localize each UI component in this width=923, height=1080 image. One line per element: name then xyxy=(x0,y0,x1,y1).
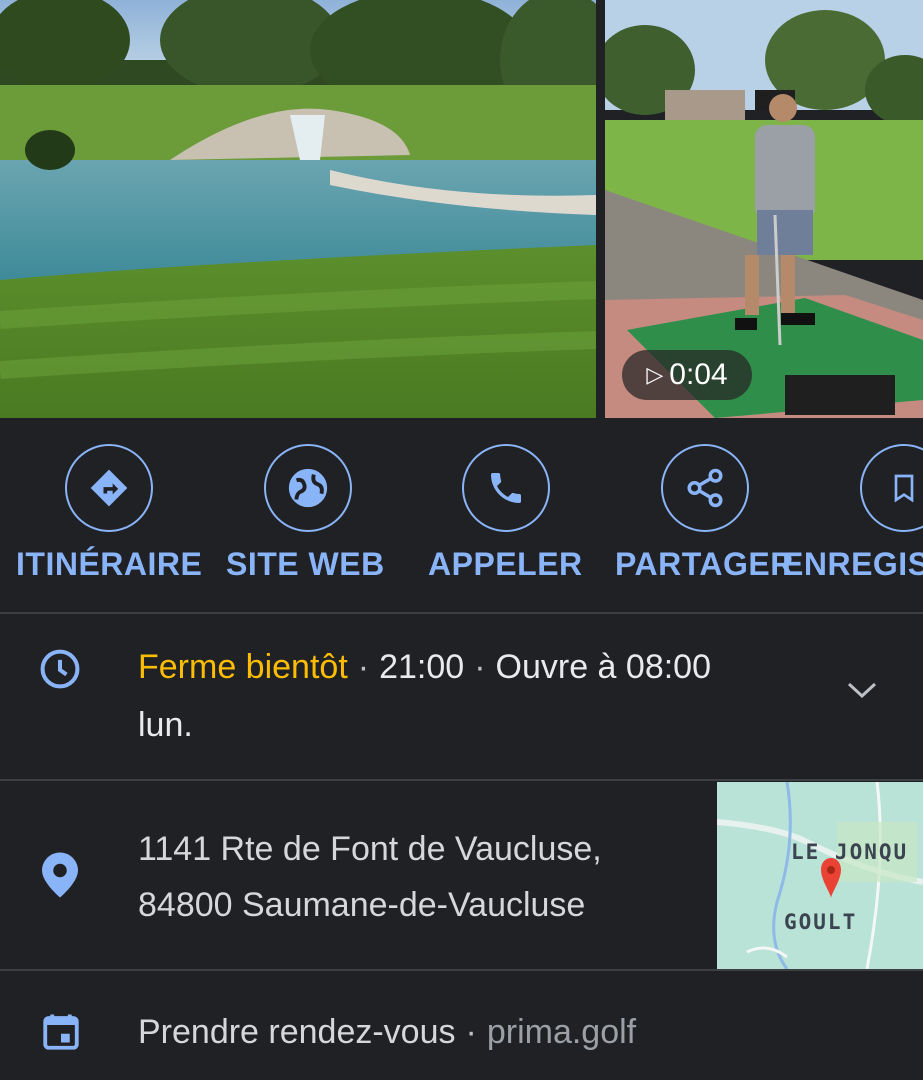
closing-time: 21:00 xyxy=(379,648,465,686)
divider xyxy=(0,779,923,781)
next-open-day: lun. xyxy=(138,706,193,744)
booking-domain: prima.golf xyxy=(486,1013,637,1051)
directions-button[interactable]: ITINÉRAIRE xyxy=(10,418,210,612)
map-thumbnail[interactable]: LE JONQU GOULT xyxy=(717,782,923,969)
clock-icon xyxy=(38,647,82,696)
calendar-icon xyxy=(40,1010,82,1059)
share-label: PARTAGER xyxy=(615,546,794,582)
share-icon xyxy=(661,444,749,532)
chevron-down-icon[interactable] xyxy=(845,680,879,705)
golf-course-photo[interactable] xyxy=(0,0,596,418)
address-line-1: 1141 Rte de Font de Vaucluse, xyxy=(138,830,602,868)
directions-label: ITINÉRAIRE xyxy=(16,546,203,582)
bookmark-icon xyxy=(860,444,923,532)
globe-icon xyxy=(264,444,352,532)
directions-icon xyxy=(65,444,153,532)
call-button[interactable]: APPELER xyxy=(410,418,610,612)
save-label: ENREGISTRER xyxy=(782,546,923,582)
location-pin-icon xyxy=(42,852,78,903)
photo-gallery: ▷ 0:04 xyxy=(0,0,923,418)
action-bar: ITINÉRAIRE SITE WEB APPELER PARTAGER ENR… xyxy=(0,418,923,612)
next-open: Ouvre à 08:00 xyxy=(495,648,711,686)
video-duration-badge: ▷ 0:04 xyxy=(622,350,752,400)
map-label-goult: GOULT xyxy=(784,910,858,934)
divider xyxy=(0,612,923,614)
play-icon: ▷ xyxy=(646,362,664,387)
hours-summary: Ferme bientôt · 21:00 · Ouvre à 08:00 xyxy=(138,648,711,686)
hours-status: Ferme bientôt xyxy=(138,648,348,686)
address-line-2: 84800 Saumane-de-Vaucluse xyxy=(138,886,586,924)
booking-link[interactable]: Prendre rendez-vous · prima.golf xyxy=(138,1013,636,1052)
phone-icon xyxy=(462,444,550,532)
website-label: SITE WEB xyxy=(226,546,385,582)
save-button[interactable]: ENREGISTRER xyxy=(780,418,923,612)
map-label-jonquerettes: LE JONQU xyxy=(791,840,909,864)
website-button[interactable]: SITE WEB xyxy=(210,418,410,612)
booking-label: Prendre rendez-vous xyxy=(138,1013,456,1051)
call-label: APPELER xyxy=(428,546,583,582)
video-duration: 0:04 xyxy=(669,358,728,391)
divider xyxy=(0,969,923,971)
